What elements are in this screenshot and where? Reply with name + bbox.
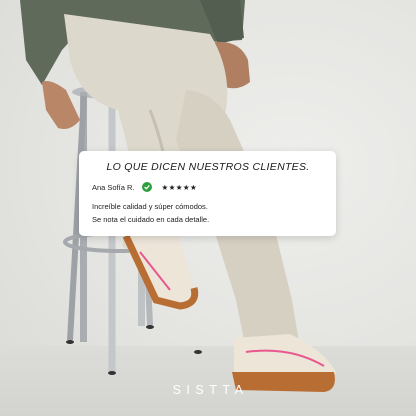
check-circle-icon <box>141 182 152 192</box>
brand-logo: SISTTA <box>172 383 249 397</box>
star-rating: ★★★★★ <box>161 182 198 192</box>
review-text: Increíble calidad y súper cómodos. Se no… <box>92 200 324 226</box>
testimonial-card: LO QUE DICEN NUESTROS CLIENTES. Ana Sofí… <box>79 151 336 236</box>
reviewer-name: Ana Sofía R. <box>92 182 135 192</box>
left-hand <box>42 81 80 129</box>
review-header: Ana Sofía R. ★★★★★ <box>92 181 324 193</box>
review-line-2: Se nota el cuidado en cada detalle. <box>92 215 210 224</box>
testimonial-title: LO QUE DICEN NUESTROS CLIENTES. <box>106 161 310 173</box>
sneaker-top <box>122 234 199 310</box>
product-ad-image: LO QUE DICEN NUESTROS CLIENTES. Ana Sofí… <box>0 0 416 416</box>
review-line-1: Increíble calidad y súper cómodos. <box>92 202 208 211</box>
